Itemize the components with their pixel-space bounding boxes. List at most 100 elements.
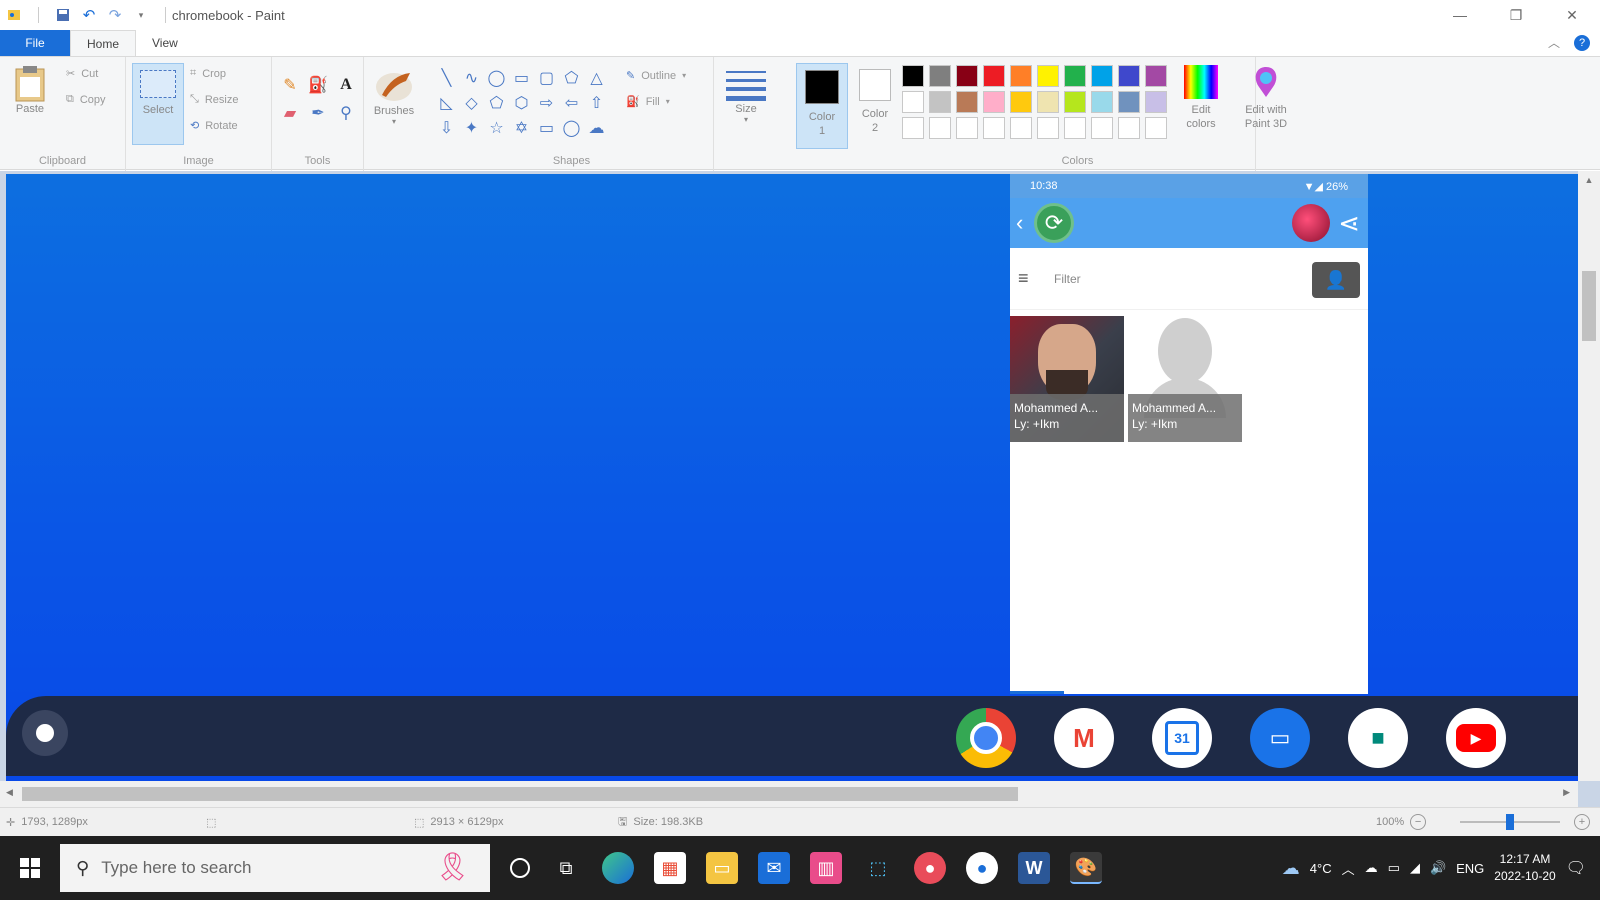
right-triangle-shape-icon[interactable]: ◺ bbox=[434, 90, 459, 115]
word-icon[interactable]: W bbox=[1018, 852, 1050, 884]
edge-icon[interactable] bbox=[602, 852, 634, 884]
horizontal-scroll-thumb[interactable] bbox=[22, 787, 1018, 801]
curve-shape-icon[interactable]: ∿ bbox=[459, 65, 484, 90]
oval-callout-shape-icon[interactable]: ◯ bbox=[559, 115, 584, 140]
mail-icon[interactable]: ✉ bbox=[758, 852, 790, 884]
palette-swatch[interactable] bbox=[1145, 65, 1167, 87]
camera-icon[interactable]: ● bbox=[914, 852, 946, 884]
weather-temp[interactable]: 4°C bbox=[1310, 861, 1332, 876]
file-explorer-icon[interactable]: ▭ bbox=[706, 852, 738, 884]
palette-swatch[interactable] bbox=[956, 65, 978, 87]
palette-swatch[interactable] bbox=[983, 65, 1005, 87]
palette-swatch[interactable] bbox=[902, 117, 924, 139]
tab-file[interactable]: File bbox=[0, 30, 70, 56]
vertical-scroll-thumb[interactable] bbox=[1582, 271, 1596, 341]
save-icon[interactable] bbox=[55, 7, 71, 23]
five-point-star-shape-icon[interactable]: ☆ bbox=[484, 115, 509, 140]
six-point-star-shape-icon[interactable]: ✡ bbox=[509, 115, 534, 140]
maximize-button[interactable]: ❐ bbox=[1488, 0, 1544, 30]
size-button[interactable]: Size ▾ bbox=[726, 67, 766, 124]
palette-swatch[interactable] bbox=[929, 117, 951, 139]
network-icon[interactable]: ◢ bbox=[1410, 860, 1420, 876]
palette-swatch[interactable] bbox=[1037, 91, 1059, 113]
palette-swatch[interactable] bbox=[1118, 65, 1140, 87]
edit-colors-button[interactable]: Edit colors bbox=[1178, 65, 1224, 131]
vertical-scrollbar[interactable]: ▲ bbox=[1578, 171, 1600, 781]
scroll-up-icon[interactable]: ▲ bbox=[1578, 171, 1600, 185]
cut-button[interactable]: ✂ Cut bbox=[66, 67, 98, 81]
show-hidden-icons-icon[interactable]: ︿ bbox=[1342, 859, 1355, 878]
workspace[interactable]: 10:38 ▼◢ 26% ‹ ⟳ ⋖ ≡ Filter 👤 Mohammed A… bbox=[0, 171, 1600, 807]
palette-swatch[interactable] bbox=[902, 91, 924, 113]
right-arrow-shape-icon[interactable]: ⇨ bbox=[534, 90, 559, 115]
zoom-app-icon[interactable]: ● bbox=[966, 852, 998, 884]
copy-button[interactable]: ⧉ Copy bbox=[66, 93, 106, 106]
palette-swatch[interactable] bbox=[1037, 117, 1059, 139]
notifications-icon[interactable]: 🗨 bbox=[1566, 858, 1586, 878]
oval-shape-icon[interactable]: ◯ bbox=[484, 65, 509, 90]
polygon-shape-icon[interactable]: ⬠ bbox=[559, 65, 584, 90]
palette-swatch[interactable] bbox=[929, 91, 951, 113]
paint-app-icon[interactable] bbox=[6, 7, 22, 23]
brushes-button[interactable]: Brushes ▾ bbox=[372, 65, 416, 126]
collapse-ribbon-icon[interactable]: ︿ bbox=[1548, 34, 1560, 51]
pencil-icon[interactable]: ✎ bbox=[276, 71, 304, 99]
palette-swatch[interactable] bbox=[1064, 65, 1086, 87]
paint-canvas[interactable]: 10:38 ▼◢ 26% ‹ ⟳ ⋖ ≡ Filter 👤 Mohammed A… bbox=[6, 174, 1578, 794]
palette-swatch[interactable] bbox=[1010, 117, 1032, 139]
paint-taskbar-icon[interactable]: 🎨 bbox=[1070, 852, 1102, 884]
palette-swatch[interactable] bbox=[1091, 117, 1113, 139]
tab-view[interactable]: View bbox=[136, 30, 194, 56]
color-picker-icon[interactable]: ✒ bbox=[304, 99, 332, 127]
outline-button[interactable]: ✎ Outline ▾ bbox=[626, 69, 686, 83]
snip-icon[interactable]: ⬚ bbox=[862, 852, 894, 884]
close-button[interactable]: ✕ bbox=[1544, 0, 1600, 30]
down-arrow-shape-icon[interactable]: ⇩ bbox=[434, 115, 459, 140]
palette-swatch[interactable] bbox=[956, 91, 978, 113]
cloud-callout-shape-icon[interactable]: ☁ bbox=[584, 115, 609, 140]
task-view-icon[interactable]: ⧉ bbox=[550, 852, 582, 884]
color1-button[interactable]: Color 1 bbox=[796, 63, 848, 149]
crop-button[interactable]: ⌗ Crop bbox=[190, 67, 226, 80]
redo-icon[interactable]: ↷ bbox=[107, 7, 123, 24]
battery-icon[interactable]: ▭ bbox=[1388, 860, 1400, 876]
rounded-rectangle-shape-icon[interactable]: ▢ bbox=[534, 65, 559, 90]
horizontal-scrollbar[interactable]: ◀ ▶ bbox=[0, 781, 1578, 807]
taskbar-search[interactable]: ⚲ Type here to search 🎗 bbox=[60, 844, 490, 892]
customize-qat-icon[interactable]: ▾ bbox=[133, 7, 149, 23]
clock[interactable]: 12:17 AM 2022-10-20 bbox=[1494, 851, 1555, 885]
rounded-callout-shape-icon[interactable]: ▭ bbox=[534, 115, 559, 140]
app-icon[interactable]: ▥ bbox=[810, 852, 842, 884]
palette-swatch[interactable] bbox=[1118, 91, 1140, 113]
up-arrow-shape-icon[interactable]: ⇧ bbox=[584, 90, 609, 115]
onedrive-icon[interactable]: ☁ bbox=[1365, 860, 1378, 876]
paste-button[interactable]: Paste bbox=[14, 65, 46, 115]
hexagon-shape-icon[interactable]: ⬡ bbox=[509, 90, 534, 115]
zoom-in-icon[interactable]: + bbox=[1574, 814, 1590, 830]
palette-swatch[interactable] bbox=[1145, 91, 1167, 113]
palette-swatch[interactable] bbox=[1010, 91, 1032, 113]
palette-swatch[interactable] bbox=[956, 117, 978, 139]
palette-swatch[interactable] bbox=[983, 91, 1005, 113]
undo-icon[interactable]: ↶ bbox=[81, 7, 97, 24]
rectangle-shape-icon[interactable]: ▭ bbox=[509, 65, 534, 90]
rotate-button[interactable]: ⟲ Rotate bbox=[190, 119, 238, 133]
weather-icon[interactable]: ☁ bbox=[1282, 858, 1300, 879]
pentagon-shape-icon[interactable]: ⬠ bbox=[484, 90, 509, 115]
help-icon[interactable]: ? bbox=[1574, 34, 1590, 51]
diamond-shape-icon[interactable]: ◇ bbox=[459, 90, 484, 115]
palette-swatch[interactable] bbox=[1118, 117, 1140, 139]
palette-swatch[interactable] bbox=[1037, 65, 1059, 87]
palette-swatch[interactable] bbox=[1010, 65, 1032, 87]
four-point-star-shape-icon[interactable]: ✦ bbox=[459, 115, 484, 140]
minimize-button[interactable]: — bbox=[1432, 0, 1488, 30]
palette-swatch[interactable] bbox=[1064, 91, 1086, 113]
palette-swatch[interactable] bbox=[1091, 91, 1113, 113]
language-indicator[interactable]: ENG bbox=[1456, 861, 1484, 876]
scroll-right-icon[interactable]: ▶ bbox=[1563, 787, 1570, 798]
line-shape-icon[interactable]: ╲ bbox=[434, 65, 459, 90]
palette-swatch[interactable] bbox=[1064, 117, 1086, 139]
scroll-left-icon[interactable]: ◀ bbox=[6, 787, 13, 798]
text-icon[interactable]: A bbox=[332, 71, 360, 99]
store-icon[interactable]: ▦ bbox=[654, 852, 686, 884]
